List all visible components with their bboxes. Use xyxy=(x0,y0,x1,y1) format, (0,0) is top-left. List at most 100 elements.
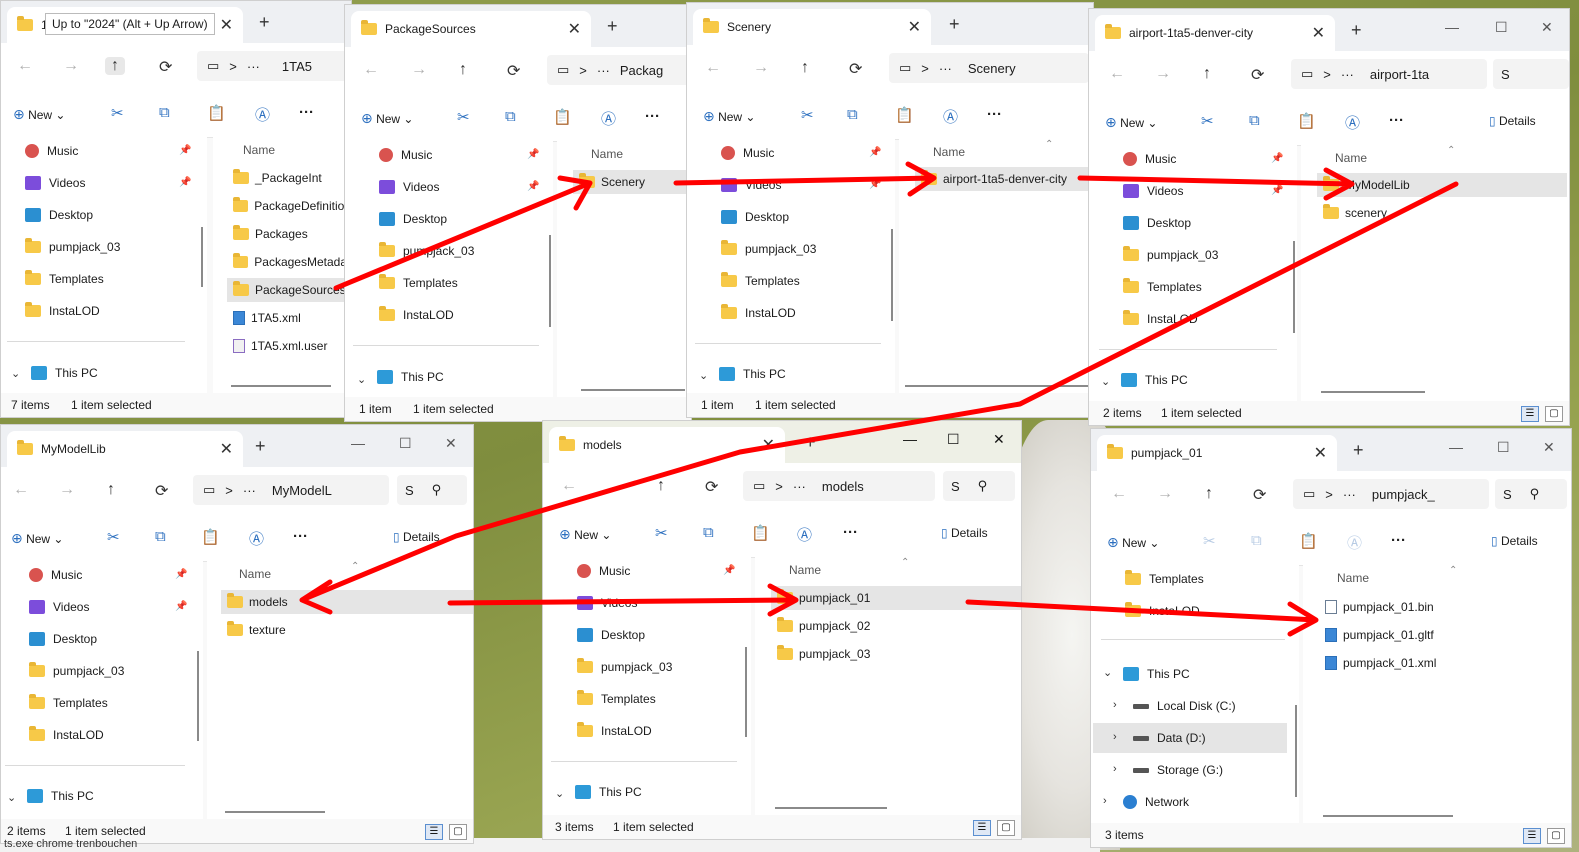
sidebar-item-pumpjack-03[interactable]: pumpjack_03 xyxy=(721,238,816,260)
sidebar-item-this-pc[interactable]: This PC xyxy=(1123,663,1190,685)
sidebar-item-instalod[interactable]: InstaLOD xyxy=(577,720,652,742)
close-tab-icon[interactable]: ✕ xyxy=(1312,23,1325,43)
expand-chevron-icon[interactable]: › xyxy=(1103,795,1107,807)
path-ellipsis[interactable]: ··· xyxy=(793,479,806,494)
forward-arrow-icon[interactable]: → xyxy=(63,57,79,75)
sidebar-scrollbar[interactable] xyxy=(197,651,199,741)
expand-chevron-icon[interactable]: › xyxy=(1113,731,1117,743)
sidebar-scrollbar[interactable] xyxy=(549,235,551,327)
sidebar-item-desktop[interactable]: Desktop xyxy=(1123,212,1191,234)
refresh-icon[interactable]: ⟳ xyxy=(159,57,172,77)
refresh-icon[interactable]: ⟳ xyxy=(1253,485,1266,505)
sidebar-item-videos[interactable]: Videos xyxy=(577,592,637,614)
path-segment[interactable]: airport-1ta xyxy=(1370,67,1429,82)
list-item-selected[interactable]: models xyxy=(221,590,473,614)
maximize-icon[interactable]: ☐ xyxy=(1497,439,1510,456)
new-tab-button[interactable]: + xyxy=(259,12,270,33)
list-item[interactable]: Packages xyxy=(227,222,351,246)
cut-icon[interactable]: ✂ xyxy=(655,524,668,542)
sidebar-item-desktop[interactable]: Desktop xyxy=(29,628,97,650)
more-options-icon[interactable]: ··· xyxy=(293,528,308,545)
details-button[interactable]: ▯ Details xyxy=(393,530,440,544)
sidebar-item-local-disk-c[interactable]: Local Disk (C:) xyxy=(1133,695,1236,717)
rename-icon[interactable]: Ⓐ xyxy=(1345,112,1360,133)
name-column-header[interactable]: Name xyxy=(1335,151,1367,165)
sidebar-item-desktop[interactable]: Desktop xyxy=(25,204,93,226)
sidebar-item-instalod[interactable]: InstaLOD xyxy=(1123,308,1198,330)
search-input[interactable]: S ⚲ xyxy=(943,471,1015,501)
expand-chevron-icon[interactable]: ⌄ xyxy=(357,373,366,386)
sidebar-item-music[interactable]: Music xyxy=(25,140,78,162)
horizontal-scrollbar[interactable] xyxy=(905,385,1089,387)
search-input[interactable]: S xyxy=(1493,59,1569,89)
tiles-view-toggle[interactable]: ▢ xyxy=(1545,406,1563,422)
list-item-selected[interactable]: airport-1ta5-denver-city xyxy=(915,167,1093,191)
sidebar-item-videos[interactable]: Videos xyxy=(25,172,85,194)
up-arrow-icon[interactable]: ↑ xyxy=(1205,485,1213,503)
expand-chevron-icon[interactable]: › xyxy=(1113,699,1117,711)
copy-icon[interactable]: ⧉ xyxy=(847,106,858,123)
sidebar-item-instalod[interactable]: InstaLOD xyxy=(379,304,454,326)
name-column-header[interactable]: Name xyxy=(789,563,821,577)
sidebar-item-instalod[interactable]: InstaLOD xyxy=(25,300,100,322)
more-options-icon[interactable]: ··· xyxy=(1389,112,1404,129)
cut-icon[interactable]: ✂ xyxy=(457,108,470,126)
name-column-header[interactable]: Name xyxy=(591,147,623,161)
new-tab-button[interactable]: + xyxy=(607,16,618,37)
copy-icon[interactable]: ⧉ xyxy=(703,524,714,541)
sidebar-scrollbar[interactable] xyxy=(745,647,747,737)
sidebar-item-pumpjack-03[interactable]: pumpjack_03 xyxy=(29,660,124,682)
minimize-icon[interactable]: — xyxy=(903,431,917,447)
sidebar-item-this-pc[interactable]: This PC xyxy=(31,362,98,384)
up-arrow-icon[interactable]: ↑ xyxy=(105,57,125,75)
maximize-icon[interactable]: ☐ xyxy=(1495,19,1508,36)
sidebar-item-music[interactable]: Music xyxy=(721,142,774,164)
new-tab-button[interactable]: + xyxy=(255,436,266,457)
tab-pumpjack-01[interactable]: pumpjack_01 ✕ xyxy=(1097,435,1337,471)
refresh-icon[interactable]: ⟳ xyxy=(849,59,862,79)
path-ellipsis[interactable]: ··· xyxy=(1341,67,1354,82)
sidebar-item-templates[interactable]: Templates xyxy=(25,268,104,290)
list-item[interactable]: pumpjack_03 xyxy=(771,642,901,666)
forward-arrow-icon[interactable]: → xyxy=(1155,65,1171,83)
sidebar-scrollbar[interactable] xyxy=(891,229,893,321)
horizontal-scrollbar[interactable] xyxy=(1321,391,1425,393)
forward-arrow-icon[interactable]: → xyxy=(1157,485,1173,503)
back-arrow-icon[interactable]: ← xyxy=(13,481,29,499)
sidebar-item-templates[interactable]: Templates xyxy=(721,270,800,292)
more-options-icon[interactable]: ··· xyxy=(987,106,1002,123)
forward-arrow-icon[interactable]: → xyxy=(411,61,427,79)
sidebar-item-this-pc[interactable]: This PC xyxy=(575,781,642,803)
list-item[interactable]: PackageDefinitions xyxy=(227,194,351,218)
refresh-icon[interactable]: ⟳ xyxy=(507,61,520,81)
list-item-selected[interactable]: pumpjack_01 xyxy=(771,586,1021,610)
list-item[interactable]: PackagesMetadata xyxy=(227,250,351,274)
path-ellipsis[interactable]: ··· xyxy=(939,61,952,76)
details-view-toggle[interactable]: ☰ xyxy=(425,824,443,840)
expand-chevron-icon[interactable]: ⌄ xyxy=(699,369,708,382)
details-view-toggle[interactable]: ☰ xyxy=(1521,406,1539,422)
up-arrow-icon[interactable]: ↑ xyxy=(657,477,665,495)
close-tab-icon[interactable]: ✕ xyxy=(220,15,233,35)
sidebar-item-music[interactable]: Music xyxy=(577,560,630,582)
sidebar-item-instalod[interactable]: InstaLOD xyxy=(721,302,796,324)
horizontal-scrollbar[interactable] xyxy=(581,389,685,391)
close-window-icon[interactable]: ✕ xyxy=(993,431,1005,448)
cut-icon[interactable]: ✂ xyxy=(1201,112,1214,130)
new-tab-button[interactable]: + xyxy=(949,14,960,35)
list-item[interactable]: pumpjack_01.xml xyxy=(1319,651,1469,675)
new-button[interactable]: ⊕ New ⌄ xyxy=(361,110,413,127)
details-button[interactable]: ▯ Details xyxy=(1491,534,1538,548)
path-box[interactable]: ▭ > ··· pumpjack_ xyxy=(1293,479,1489,509)
new-tab-button[interactable]: + xyxy=(1353,440,1364,461)
refresh-icon[interactable]: ⟳ xyxy=(1251,65,1264,85)
sidebar-item-storage-g[interactable]: Storage (G:) xyxy=(1133,759,1223,781)
path-ellipsis[interactable]: ··· xyxy=(597,63,610,78)
tiles-view-toggle[interactable]: ▢ xyxy=(1547,828,1565,844)
list-item[interactable]: pumpjack_01.gltf xyxy=(1319,623,1469,647)
sidebar-item-videos[interactable]: Videos xyxy=(1123,180,1183,202)
sidebar-item-videos[interactable]: Videos xyxy=(721,174,781,196)
sidebar-item-templates[interactable]: Templates xyxy=(1123,276,1202,298)
close-tab-icon[interactable]: ✕ xyxy=(1314,443,1327,463)
search-input[interactable]: S ⚲ xyxy=(1495,479,1567,509)
